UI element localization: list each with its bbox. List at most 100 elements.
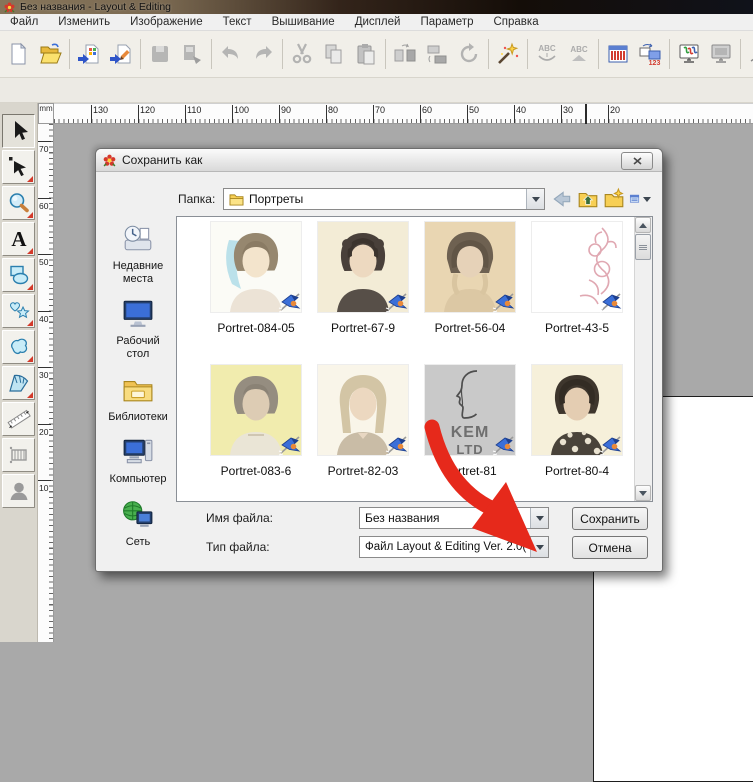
select-tool-icon[interactable] (2, 114, 35, 148)
file-item[interactable]: Portret-084-05 (210, 222, 302, 335)
vruler-tick-10: 10 (39, 482, 48, 493)
up-folder-icon[interactable] (577, 189, 599, 209)
view-menu-icon[interactable] (629, 189, 651, 209)
menu-item-4[interactable]: Вышивание (262, 16, 345, 28)
hruler-tick-60: 60 (420, 105, 432, 123)
desktop-icon (122, 298, 154, 333)
file-item[interactable]: Portret-80-4 (531, 365, 623, 478)
folder-combobox[interactable]: Портреты (223, 188, 545, 210)
filetype-dropdown-button[interactable] (530, 537, 548, 557)
paste-icon[interactable] (350, 37, 382, 71)
thread-palette-icon[interactable] (602, 37, 634, 71)
menu-item-5[interactable]: Дисплей (345, 16, 411, 28)
mirror-horizontal-icon[interactable] (389, 37, 421, 71)
file-thumbnail (318, 222, 408, 312)
undo-icon[interactable] (215, 37, 247, 71)
dialog-nav-toolbar (551, 189, 651, 209)
file-item[interactable]: KEMLTDPortret-81 (424, 365, 516, 478)
place-item-4[interactable]: Сеть (104, 499, 172, 549)
menu-item-6[interactable]: Параметр (410, 16, 483, 28)
back-icon[interactable] (551, 189, 573, 209)
image-to-stitch-wizard-icon[interactable] (105, 37, 137, 71)
toolbar-separator (488, 39, 489, 69)
toolbar-separator (211, 39, 212, 69)
measure-tool-icon[interactable] (2, 402, 35, 436)
svg-text:ABC: ABC (570, 45, 588, 54)
cancel-button[interactable]: Отмена (572, 536, 648, 559)
write-to-card-icon[interactable] (176, 37, 208, 71)
place-label: Компьютер (110, 473, 167, 486)
import-image-icon[interactable] (73, 37, 105, 71)
toolbar-separator (140, 39, 141, 69)
file-item[interactable]: Portret-56-04 (424, 222, 516, 335)
save-as-dialog: Сохранить как Папка: Портреты Недавние м… (95, 148, 663, 572)
rotate-icon[interactable] (453, 37, 485, 71)
menu-item-1[interactable]: Изменить (48, 16, 120, 28)
shapes-tool-icon[interactable] (2, 258, 35, 292)
stitch-simulator-icon[interactable] (744, 37, 753, 71)
window-titlebar: Без названия - Layout & Editing (0, 0, 753, 14)
place-item-0[interactable]: Недавние места (104, 223, 172, 285)
fan-shape-tool-icon[interactable] (2, 366, 35, 400)
scroll-up-button[interactable] (635, 217, 651, 233)
file-list-scrollbar[interactable] (634, 217, 652, 501)
toolbar-separator (669, 39, 670, 69)
file-item[interactable]: Portret-083-6 (210, 365, 302, 478)
save-button[interactable]: Сохранить (572, 507, 648, 530)
text-tool-icon[interactable]: A (2, 222, 35, 256)
file-item[interactable]: Portret-67-9 (317, 222, 409, 335)
network-icon (122, 499, 154, 534)
svg-text:KEM: KEM (451, 424, 490, 441)
menu-item-3[interactable]: Текст (213, 16, 262, 28)
vruler-tick-40: 40 (39, 313, 48, 324)
folder-dropdown-button[interactable] (526, 189, 544, 209)
filename-dropdown-button[interactable] (530, 508, 548, 528)
mirror-vertical-icon[interactable] (421, 37, 453, 71)
realistic-view-icon[interactable] (673, 37, 705, 71)
stitch-view-icon[interactable] (705, 37, 737, 71)
filename-combobox[interactable]: Без названия (359, 507, 549, 529)
cut-icon[interactable] (286, 37, 318, 71)
filetype-combobox[interactable]: Файл Layout & Editing Ver. 2.0(*.PES) (359, 536, 549, 558)
ruler-page-boundary (585, 104, 587, 124)
dialog-close-button[interactable] (621, 152, 653, 170)
place-item-2[interactable]: Библиотеки (104, 374, 172, 424)
manual-punch-tool-icon[interactable] (2, 438, 35, 472)
menu-item-7[interactable]: Справка (483, 16, 548, 28)
text-arc-icon[interactable]: ABC (531, 37, 563, 71)
point-edit-tool-icon[interactable] (2, 150, 35, 184)
new-document-icon[interactable] (2, 37, 34, 71)
dialog-flower-icon (103, 154, 116, 167)
dialog-titlebar[interactable]: Сохранить как (96, 149, 662, 172)
fancy-shapes-tool-icon[interactable] (2, 294, 35, 328)
place-label: Библиотеки (108, 411, 168, 424)
hruler-tick-50: 50 (467, 105, 479, 123)
open-file-icon[interactable] (34, 37, 66, 71)
menu-item-2[interactable]: Изображение (120, 16, 212, 28)
filetype-value: Файл Layout & Editing Ver. 2.0(*.PES) (365, 541, 530, 553)
file-label: Portret-81 (443, 464, 496, 478)
magic-wand-icon[interactable] (492, 37, 524, 71)
save-icon[interactable] (144, 37, 176, 71)
horizontal-ruler: 1301201101009080706050403020 (54, 103, 753, 124)
new-folder-icon[interactable] (603, 189, 625, 209)
vruler-tick-50: 50 (39, 256, 48, 267)
scrollbar-thumb[interactable] (635, 234, 651, 260)
text-transform-icon[interactable]: ABC (563, 37, 595, 71)
toolbar-separator (385, 39, 386, 69)
sewing-order-icon[interactable]: 123 (634, 37, 666, 71)
freeform-shape-tool-icon[interactable] (2, 330, 35, 364)
menu-item-0[interactable]: Файл (0, 16, 48, 28)
toolbar-separator (740, 39, 741, 69)
zoom-tool-icon[interactable] (2, 186, 35, 220)
file-item[interactable]: Portret-43-5 (531, 222, 623, 335)
copy-icon[interactable] (318, 37, 350, 71)
portrait-tool-icon[interactable] (2, 474, 35, 508)
hruler-tick-120: 120 (138, 105, 155, 123)
redo-icon[interactable] (247, 37, 279, 71)
scroll-down-button[interactable] (635, 485, 651, 501)
hruler-tick-40: 40 (514, 105, 526, 123)
place-item-3[interactable]: Компьютер (104, 436, 172, 486)
file-item[interactable]: Portret-82-03 (317, 365, 409, 478)
place-item-1[interactable]: Рабочий стол (104, 298, 172, 360)
